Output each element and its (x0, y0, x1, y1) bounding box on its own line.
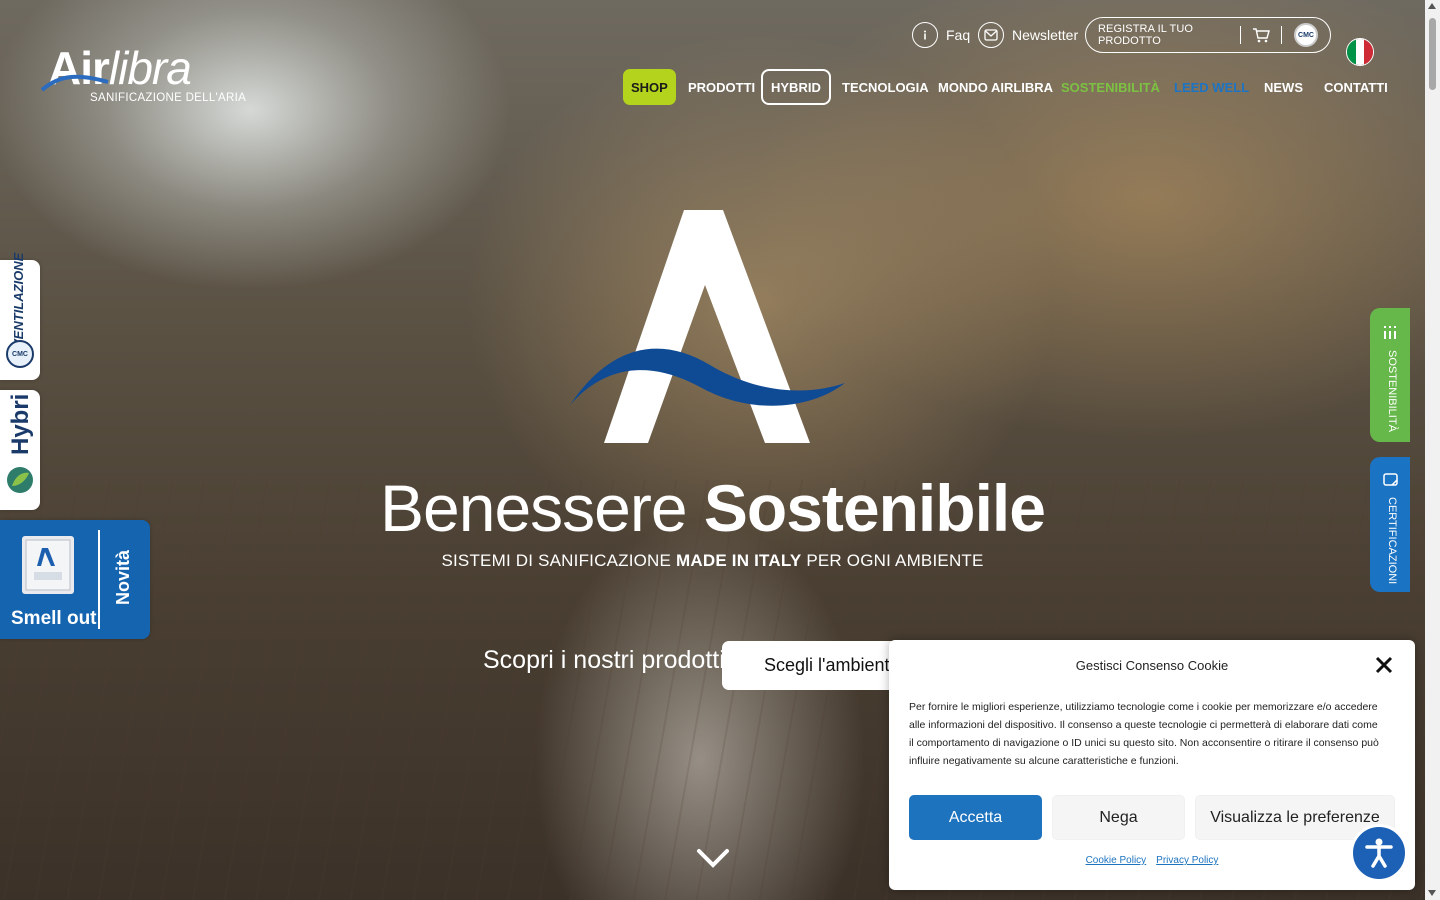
cmc-ventilazione-tab[interactable]: VENTILAZIONE CMC (0, 253, 40, 380)
main-navigation: SHOP PRODOTTI HYBRID TECNOLOGIA MONDO AI… (0, 69, 1425, 105)
sostenibilita-tab[interactable]: SOSTENIBILITÀ (1370, 308, 1410, 442)
hybri-tab[interactable]: Hybri (0, 390, 40, 510)
privacy-policy-link[interactable]: Privacy Policy (1156, 855, 1218, 866)
nav-contatti[interactable]: CONTATTI (1324, 69, 1388, 105)
nav-shop[interactable]: SHOP (623, 69, 676, 105)
nav-leed-well[interactable]: LEED WELL (1174, 69, 1249, 105)
cookie-body-text: Per fornire le migliori esperienze, util… (909, 701, 1379, 767)
hero-subtitle: SISTEMI DI SANIFICAZIONE MADE IN ITALY P… (0, 551, 1425, 571)
scroll-down-arrow-icon[interactable] (1428, 890, 1436, 896)
hero-title-bold: Sostenibile (703, 471, 1046, 545)
hero-subtitle-post: PER OGNI AMBIENTE (806, 551, 984, 570)
italy-flag-icon[interactable] (1346, 38, 1374, 66)
close-icon[interactable] (1375, 656, 1393, 674)
cookie-consent-dialog: Gestisci Consenso Cookie Per fornire le … (889, 640, 1415, 890)
product-box-icon (25, 539, 71, 591)
hero-a-logo-icon (570, 210, 845, 443)
accessibility-button[interactable] (1350, 824, 1408, 882)
nav-tecnologia[interactable]: TECNOLOGIA (842, 69, 929, 105)
nav-news[interactable]: NEWS (1264, 69, 1303, 105)
cart-button[interactable] (1241, 27, 1281, 43)
leaf-icon (1384, 326, 1396, 339)
register-product-link[interactable]: REGISTRA IL TUO PRODOTTO (1086, 23, 1240, 47)
faq-link[interactable]: Faq (912, 21, 970, 49)
newsletter-link[interactable]: Newsletter (978, 21, 1078, 49)
newsletter-label: Newsletter (1012, 27, 1079, 43)
nav-prodotti[interactable]: PRODOTTI (688, 69, 755, 105)
choose-environment-button[interactable]: Scegli l'ambiente (722, 641, 912, 690)
cmc-logo-icon: CMC (6, 340, 34, 368)
cookie-accept-button[interactable]: Accetta (909, 795, 1042, 840)
certificazioni-tab[interactable]: CERTIFICAZIONI (1370, 457, 1410, 592)
hero-subtitle-pre: SISTEMI DI SANIFICAZIONE (441, 551, 672, 570)
certificate-icon (1383, 473, 1398, 486)
hero-title: Benessere Sostenibile (0, 468, 1425, 548)
hero-subtitle-bold: MADE IN ITALY (676, 551, 802, 570)
cookie-policy-link[interactable]: Cookie Policy (1086, 855, 1147, 866)
smell-out-tab[interactable]: Smell out Novità (0, 520, 150, 639)
smell-out-divider (98, 530, 100, 629)
certificazioni-tab-label: CERTIFICAZIONI (1386, 497, 1398, 585)
info-icon (912, 22, 938, 48)
pill-divider-2 (1281, 26, 1282, 44)
register-product-pill: REGISTRA IL TUO PRODOTTO CMC (1085, 17, 1331, 53)
chevron-down-icon[interactable] (696, 846, 730, 870)
top-utility-bar: Faq Newsletter REGISTRA IL TUO PRODOTTO … (0, 17, 1425, 66)
hybri-label: Hybri (7, 393, 34, 455)
cmc-badge[interactable]: CMC (1294, 23, 1318, 47)
nav-hybrid[interactable]: HYBRID (761, 69, 831, 105)
novita-label: Novità (113, 549, 133, 605)
cmc-ventilazione-label: VENTILAZIONE (11, 252, 26, 348)
accessibility-icon (1365, 838, 1393, 868)
scrollbar-thumb[interactable] (1429, 18, 1436, 90)
smell-out-label: Smell out (11, 608, 97, 629)
discover-products-text: Scopri i nostri prodotti (483, 646, 725, 674)
page-scrollbar[interactable] (1425, 0, 1440, 900)
mail-icon (978, 22, 1004, 48)
faq-label: Faq (946, 27, 971, 43)
hero-title-light: Benessere (380, 471, 688, 545)
nav-mondo-airlibra[interactable]: MONDO AIRLIBRA (938, 69, 1053, 105)
cart-icon (1253, 28, 1270, 43)
leaf-icon (7, 467, 33, 493)
scroll-up-arrow-icon[interactable] (1428, 3, 1436, 9)
cookie-links: Cookie Policy Privacy Policy (889, 855, 1415, 866)
cookie-deny-button[interactable]: Nega (1052, 795, 1185, 840)
sostenibilita-tab-label: SOSTENIBILITÀ (1386, 350, 1398, 432)
cookie-title: Gestisci Consenso Cookie (1075, 658, 1229, 673)
nav-sostenibilita[interactable]: SOSTENIBILITÀ (1061, 69, 1160, 105)
smell-out-product-image (22, 536, 74, 594)
